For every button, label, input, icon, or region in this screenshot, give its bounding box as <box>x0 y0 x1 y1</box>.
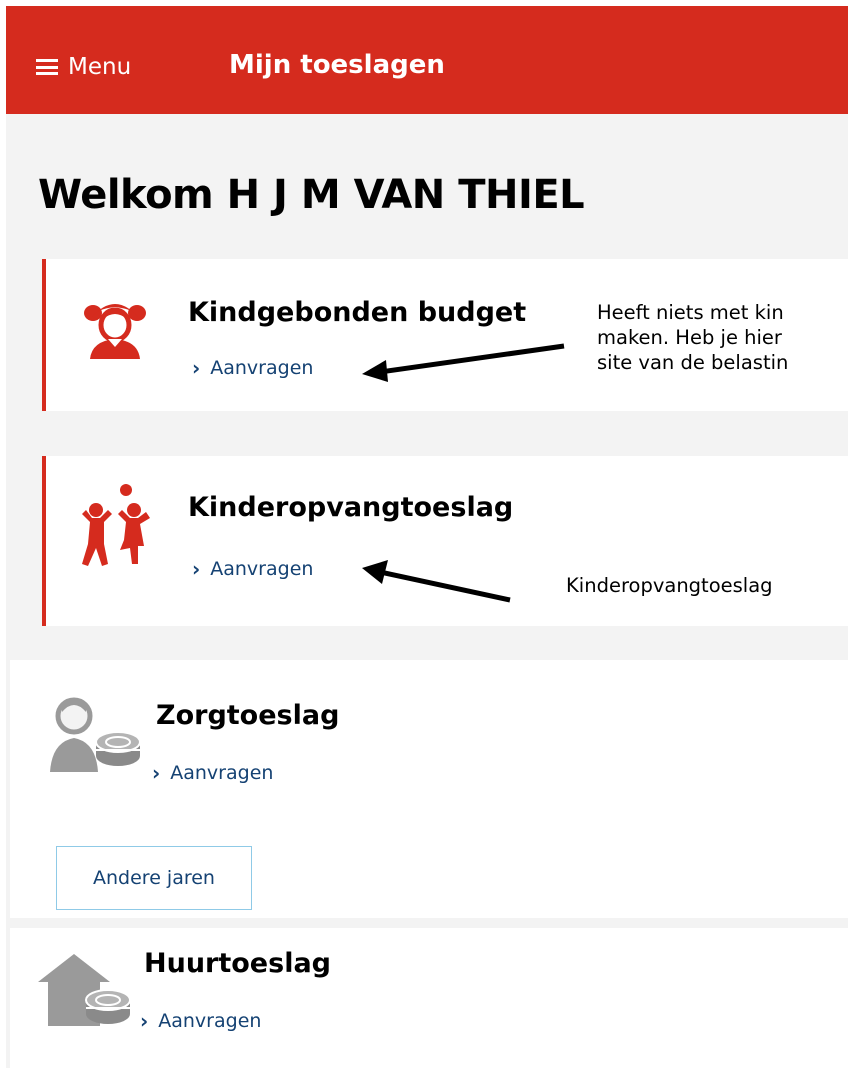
page-title: Welkom H J M VAN THIEL <box>38 172 585 218</box>
card-title: Kinderopvangtoeslag <box>188 492 514 523</box>
chevron-right-icon: › <box>152 761 161 785</box>
andere-jaren-button[interactable]: Andere jaren <box>56 846 252 910</box>
hamburger-icon <box>36 59 58 75</box>
menu-label: Menu <box>68 54 132 80</box>
chevron-right-icon: › <box>140 1009 149 1033</box>
girl-icon <box>84 297 146 359</box>
card-title: Kindgebonden budget <box>188 297 527 328</box>
link-label: Aanvragen <box>158 1010 262 1032</box>
arrow-annotation <box>362 560 511 603</box>
annotation-note: Heeft niets met kin maken. Heb je hier s… <box>597 301 789 374</box>
arrow-annotation <box>362 343 565 382</box>
chevron-right-icon: › <box>192 557 201 581</box>
link-label: Aanvragen <box>170 762 274 784</box>
menu-button[interactable]: Menu <box>36 50 131 84</box>
aanvragen-link[interactable]: › Aanvragen <box>192 355 313 381</box>
top-navigation-bar: Menu Mijn toeslagen <box>6 6 848 114</box>
chevron-right-icon: › <box>192 356 201 380</box>
link-label: Aanvragen <box>210 357 314 379</box>
house-coins-icon <box>38 952 130 1034</box>
aanvragen-link[interactable]: › Aanvragen <box>140 1008 261 1034</box>
children-playing-icon <box>80 484 152 570</box>
annotation-note: Kinderopvangtoeslag <box>566 574 773 597</box>
aanvragen-link[interactable]: › Aanvragen <box>152 760 273 786</box>
link-label: Aanvragen <box>210 558 314 580</box>
card-title: Zorgtoeslag <box>156 700 340 731</box>
card-huurtoeslag: Huurtoeslag › Aanvragen <box>10 928 848 1068</box>
app-title: Mijn toeslagen <box>229 50 445 80</box>
aanvragen-link[interactable]: › Aanvragen <box>192 556 313 582</box>
card-title: Huurtoeslag <box>144 948 331 979</box>
health-coins-icon <box>48 694 140 776</box>
